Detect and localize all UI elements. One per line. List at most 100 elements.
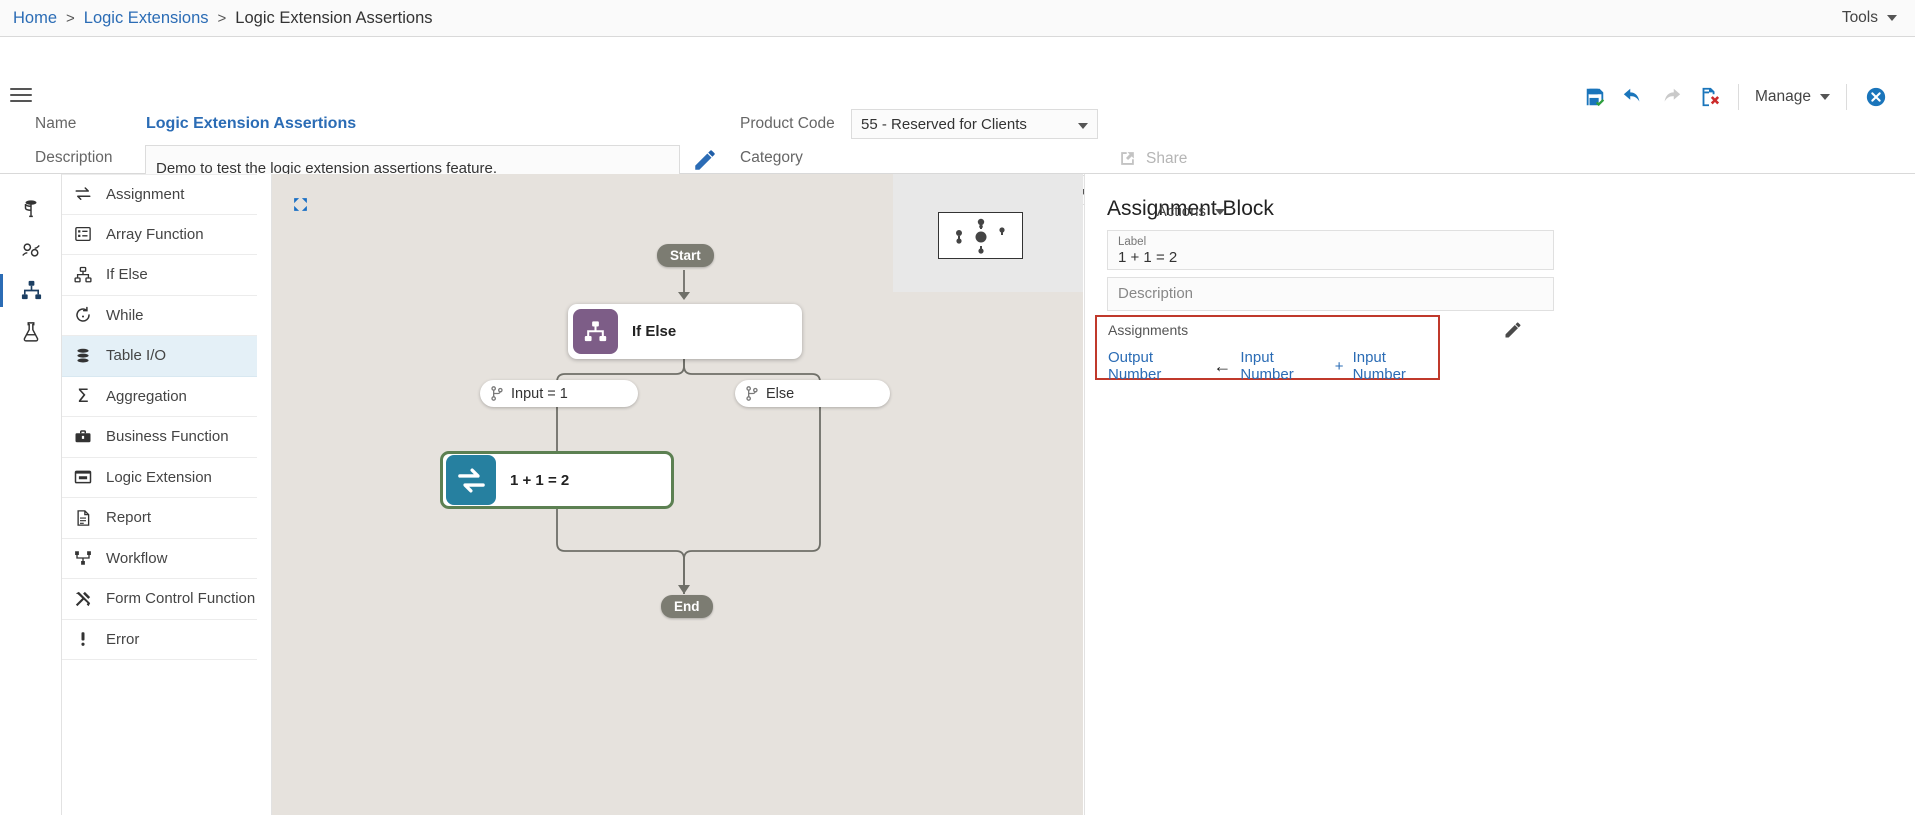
- chevron-down-icon: [1078, 123, 1088, 129]
- description-field-placeholder: Description: [1118, 285, 1194, 302]
- flow-connectors: [551, 270, 821, 594]
- sidebar-item-testing[interactable]: [0, 311, 62, 352]
- page-title[interactable]: Logic Extension Assertions: [146, 115, 356, 133]
- palette-item-business-function[interactable]: Business Function: [62, 417, 257, 458]
- workflow-icon: [74, 549, 92, 567]
- branch-true-label: Input = 1: [511, 385, 568, 402]
- redo-icon[interactable]: [1652, 82, 1690, 112]
- form-control-function-icon: [74, 590, 92, 608]
- palette-item-logic-extension[interactable]: Logic Extension: [62, 458, 257, 498]
- flow-canvas[interactable]: Start If Else Input = 1 Else 1 + 1 = 2 E…: [272, 174, 1083, 815]
- edit-description-pencil-icon[interactable]: [692, 147, 718, 173]
- palette-item-workflow[interactable]: Workflow: [62, 539, 257, 579]
- assignment-node[interactable]: 1 + 1 = 2: [440, 451, 674, 509]
- palette-item-label: Array Function: [106, 225, 204, 243]
- share-button[interactable]: Share: [1118, 149, 1187, 168]
- breadcrumb-item-current: Logic Extension Assertions: [235, 8, 433, 27]
- actions-label: Actions: [1156, 203, 1206, 220]
- palette-item-label: Assignment: [106, 185, 185, 203]
- palette-list: Assignment Array Function If Else While …: [62, 174, 272, 815]
- description-label: Description: [35, 149, 113, 166]
- palette-item-table-io[interactable]: Table I/O: [62, 336, 257, 377]
- product-code-select[interactable]: 55 - Reserved for Clients: [851, 109, 1098, 139]
- category-label: Category: [740, 149, 803, 166]
- assignment-node-label: 1 + 1 = 2: [510, 471, 570, 489]
- branch-else-label: Else: [766, 385, 795, 402]
- palette-item-array-function[interactable]: Array Function: [62, 215, 257, 255]
- header-area: Name Logic Extension Assertions Descript…: [0, 37, 1915, 205]
- sidebar-item-variables[interactable]: [0, 229, 62, 270]
- close-icon[interactable]: [1857, 82, 1895, 112]
- undo-icon[interactable]: [1614, 82, 1652, 112]
- header-toolbar: Manage: [1576, 82, 1895, 112]
- chevron-down-icon: [1820, 94, 1830, 100]
- tools-menu[interactable]: Tools: [1842, 9, 1897, 27]
- start-node[interactable]: Start: [657, 244, 714, 267]
- hamburger-icon[interactable]: [10, 84, 32, 106]
- data-dictionary-icon: [24, 199, 37, 217]
- branch-icon: [491, 386, 503, 401]
- palette-item-label: Aggregation: [106, 387, 187, 405]
- start-node-label: Start: [670, 248, 701, 263]
- sidebar-item-business-logic[interactable]: [0, 270, 62, 311]
- toolbar-divider: [1846, 84, 1847, 110]
- logic-extension-icon: [74, 468, 92, 486]
- sidebar-item-data-dictionary[interactable]: [0, 188, 62, 229]
- branch-else-pill[interactable]: Else: [735, 380, 890, 407]
- assignment-icon: [74, 185, 92, 203]
- branch-true-pill[interactable]: Input = 1: [480, 380, 638, 407]
- palette-item-label: Form Control Function: [106, 590, 256, 608]
- arrow-left-icon: ←: [1213, 356, 1232, 376]
- manage-label: Manage: [1754, 88, 1811, 105]
- assignment-icon: [446, 455, 496, 505]
- palette-item-label: While: [106, 306, 144, 324]
- variables-icon: [22, 242, 40, 257]
- flask-icon: [23, 321, 39, 342]
- name-label: Name: [35, 115, 77, 132]
- actions-menu[interactable]: Actions: [1157, 203, 1225, 220]
- if-else-icon: [573, 309, 618, 354]
- edit-assignments-pencil-icon[interactable]: [1503, 320, 1523, 345]
- if-else-icon: [74, 266, 92, 284]
- palette-item-label: Business Function: [106, 428, 229, 446]
- assignment-row[interactable]: Output Number ← Input Number + Input Num…: [1108, 349, 1438, 383]
- manage-menu[interactable]: Manage: [1749, 88, 1836, 106]
- palette-item-aggregation[interactable]: Σ Aggregation: [62, 377, 257, 417]
- array-function-icon: [74, 225, 92, 243]
- product-code-value: 55 - Reserved for Clients: [861, 115, 1027, 133]
- label-field[interactable]: Label 1 + 1 = 2: [1107, 230, 1554, 270]
- breadcrumb: Home > Logic Extensions > Logic Extensio…: [0, 9, 433, 28]
- table-io-icon: [74, 347, 92, 365]
- assignments-caption: Assignments: [1108, 322, 1189, 338]
- palette-item-if-else[interactable]: If Else: [62, 255, 257, 296]
- description-field[interactable]: Description: [1107, 277, 1554, 311]
- palette-item-error[interactable]: Error: [62, 620, 257, 660]
- tools-label: Tools: [1841, 9, 1878, 26]
- breadcrumb-item-logic-extensions[interactable]: Logic Extensions: [84, 9, 209, 28]
- palette-item-assignment[interactable]: Assignment: [62, 174, 257, 215]
- assignments-section: Assignments Output Number ← Input Number…: [1095, 315, 1440, 383]
- product-code-label: Product Code: [740, 115, 835, 132]
- assignment-operand-left[interactable]: Input Number: [1240, 349, 1325, 383]
- aggregation-icon: Σ: [76, 384, 89, 407]
- save-icon[interactable]: [1576, 82, 1614, 112]
- breadcrumb-item-home[interactable]: Home: [13, 9, 57, 28]
- palette-item-label: Workflow: [106, 549, 168, 567]
- end-node-label: End: [674, 599, 700, 614]
- assignment-target[interactable]: Output Number: [1108, 349, 1204, 383]
- share-icon: [1121, 152, 1134, 165]
- if-else-node[interactable]: If Else: [568, 304, 802, 359]
- while-icon: [74, 306, 92, 324]
- palette-item-form-control-function[interactable]: Form Control Function: [62, 579, 257, 620]
- palette-item-label: Table I/O: [106, 347, 167, 365]
- delete-icon[interactable]: [1690, 82, 1728, 112]
- chevron-down-icon: [1887, 15, 1897, 21]
- palette-item-label: Error: [106, 630, 140, 648]
- assignment-operand-right[interactable]: Input Number: [1353, 349, 1438, 383]
- toolbar-divider: [1737, 84, 1739, 110]
- palette-item-report[interactable]: Report: [62, 498, 257, 539]
- palette-item-label: If Else: [106, 266, 148, 284]
- end-node[interactable]: End: [661, 595, 713, 618]
- label-field-value: 1 + 1 = 2: [1118, 249, 1178, 266]
- palette-item-while[interactable]: While: [62, 296, 257, 336]
